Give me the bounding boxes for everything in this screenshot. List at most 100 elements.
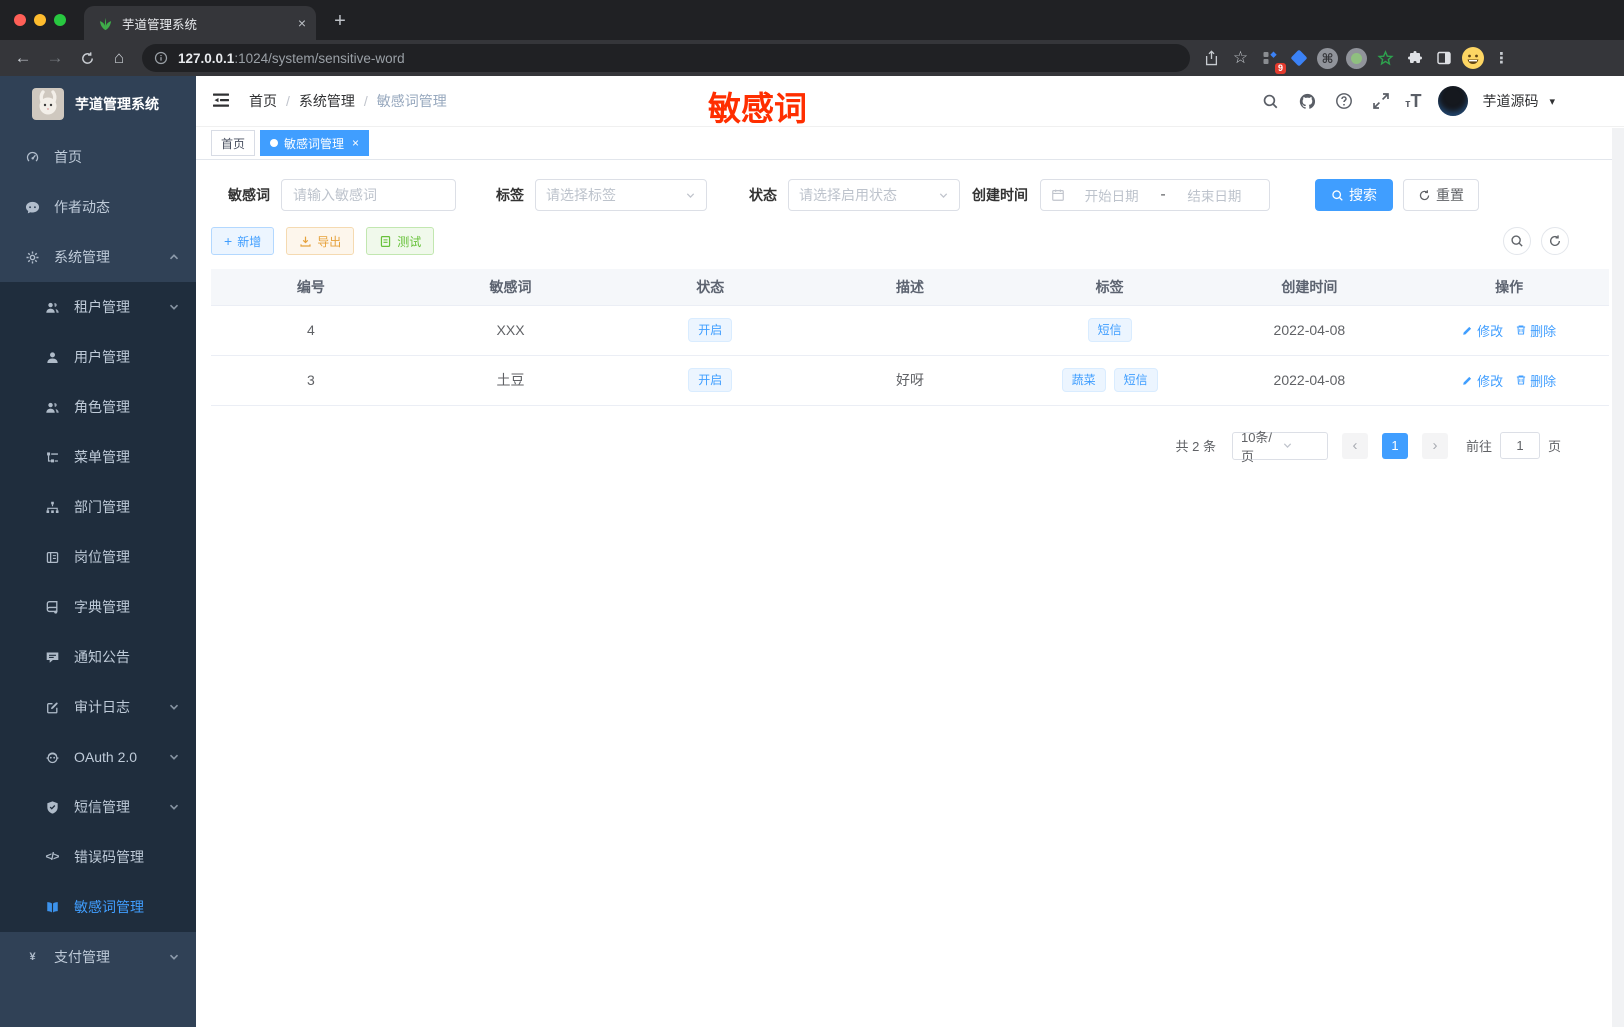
font-size-icon[interactable]: тT (1405, 92, 1421, 110)
test-button[interactable]: 测试 (366, 227, 435, 255)
sidebar-item-用户管理[interactable]: 用户管理 (0, 332, 196, 382)
bookmark-star-icon[interactable]: ☆ (1227, 45, 1254, 72)
page-size-select[interactable]: 10条/页 (1231, 430, 1328, 464)
dashboard-icon (24, 149, 40, 165)
edit-link[interactable]: 修改 (1462, 371, 1503, 390)
sidebar-item-菜单管理[interactable]: 菜单管理 (0, 432, 196, 482)
sidebar-collapse-icon[interactable] (211, 90, 233, 112)
add-button[interactable]: + 新增 (211, 227, 275, 255)
fullscreen-icon[interactable] (1368, 88, 1394, 114)
share-icon[interactable] (1198, 45, 1225, 72)
user-avatar[interactable] (1438, 86, 1469, 116)
plus-icon: + (224, 233, 233, 249)
breadcrumb-item[interactable]: 系统管理 (299, 91, 355, 111)
status-select[interactable]: 请选择启用状态 (788, 179, 960, 211)
sidebar-item-label: 角色管理 (74, 399, 130, 415)
username-label[interactable]: 芋道源码 (1482, 91, 1538, 111)
sidebar-item-OAuth 2.0[interactable]: OAuth 2.0 (0, 732, 196, 782)
sidebar-logo[interactable]: 芋道管理系统 (0, 76, 196, 132)
tag-select[interactable]: 请选择标签 (535, 179, 707, 211)
sidebar-item-岗位管理[interactable]: 岗位管理 (0, 532, 196, 582)
date-separator: - (1160, 186, 1166, 203)
prev-page-button[interactable]: ‹ (1341, 432, 1368, 459)
window-close-button[interactable] (14, 14, 26, 26)
address-bar[interactable]: 127.0.0.1:1024/system/sensitive-word (142, 44, 1190, 72)
forward-icon[interactable]: → (40, 43, 70, 73)
reset-button-label: 重置 (1436, 187, 1464, 203)
window-zoom-button[interactable] (54, 14, 66, 26)
edit-link[interactable]: 修改 (1462, 321, 1503, 340)
sidebar-item-敏感词管理[interactable]: 敏感词管理 (0, 882, 196, 932)
start-date-placeholder: 开始日期 (1084, 189, 1139, 204)
page-number-button[interactable]: 1 (1381, 432, 1408, 459)
sidebar-item-系统管理[interactable]: 系统管理 (0, 232, 196, 282)
oauth-icon (44, 749, 60, 765)
column-header: 状态 (610, 269, 811, 306)
goto-page-input[interactable] (1499, 432, 1540, 459)
show-search-icon[interactable] (1503, 227, 1531, 255)
sidebar-item-首页[interactable]: 首页 (0, 132, 196, 182)
back-icon[interactable]: ← (8, 43, 38, 73)
test-button-label: 测试 (397, 234, 422, 249)
reload-icon[interactable] (72, 43, 102, 73)
status-label: 状态 (749, 187, 777, 203)
delete-link[interactable]: 删除 (1515, 371, 1556, 390)
error-code-icon: </> (45, 851, 60, 863)
keyword-input[interactable] (281, 179, 456, 211)
extensions-puzzle-icon[interactable] (1401, 45, 1428, 72)
command-extension-icon[interactable]: ⌘ (1314, 45, 1341, 72)
refresh-table-icon[interactable] (1541, 227, 1569, 255)
sidebar-item-label: 菜单管理 (74, 449, 130, 465)
new-tab-button[interactable]: + (326, 7, 354, 35)
sidebar-item-字典管理[interactable]: 字典管理 (0, 582, 196, 632)
help-icon[interactable] (1331, 88, 1357, 114)
pagination: 共 2 条 10条/页 ‹ 1 › 前往 页 (211, 430, 1609, 464)
dict-icon (44, 599, 60, 615)
sidebar-item-通知公告[interactable]: 通知公告 (0, 632, 196, 682)
green-star-extension-icon[interactable] (1372, 45, 1399, 72)
sidebar-item-角色管理[interactable]: 角色管理 (0, 382, 196, 432)
column-header: 标签 (1009, 269, 1210, 306)
active-tab-dot (270, 139, 279, 147)
sidebar-item-错误码管理[interactable]: </> 错误码管理 (0, 832, 196, 882)
screen: 芋道管理系统 × + ← → ⌂ 127.0.0.1:1024/system/s… (0, 0, 1624, 1027)
scrollbar-track[interactable] (1612, 128, 1624, 1027)
delete-link[interactable]: 删除 (1515, 321, 1556, 340)
tab-close-icon[interactable]: × (298, 15, 306, 31)
author-news-icon (24, 199, 40, 215)
extension-grid-icon[interactable]: 9 (1256, 45, 1286, 74)
side-panel-icon[interactable] (1430, 45, 1457, 72)
sidebar-item-支付管理[interactable]: ¥ 支付管理 (0, 932, 196, 982)
sidebar-item-部门管理[interactable]: 部门管理 (0, 482, 196, 532)
header-search-icon[interactable] (1257, 88, 1283, 114)
recorder-extension-icon[interactable] (1343, 45, 1370, 72)
user-menu-caret-icon[interactable]: ▾ (1549, 95, 1555, 108)
view-tab-label: 敏感词管理 (284, 136, 345, 151)
tag-select-placeholder: 请选择标签 (546, 187, 616, 203)
export-button[interactable]: 导出 (286, 227, 355, 255)
cell-create-time: 2022-04-08 (1209, 355, 1410, 406)
github-icon[interactable] (1294, 88, 1320, 114)
view-tab-敏感词管理[interactable]: 敏感词管理 × (260, 130, 370, 156)
browser-menu-icon[interactable]: ⋮ (1488, 45, 1515, 72)
reset-button[interactable]: 重置 (1403, 179, 1479, 211)
window-minimize-button[interactable] (34, 14, 46, 26)
sidebar-item-短信管理[interactable]: 短信管理 (0, 782, 196, 832)
kite-extension-icon[interactable] (1285, 45, 1312, 72)
sidebar-item-租户管理[interactable]: 租户管理 (0, 282, 196, 332)
sidebar-item-label: 通知公告 (74, 649, 130, 665)
sidebar-item-审计日志[interactable]: 审计日志 (0, 682, 196, 732)
table-row: 3 土豆 开启 好呀 蔬菜 短信 2022-04-08 修改 删除 (211, 355, 1609, 406)
search-button[interactable]: 搜索 (1315, 179, 1393, 211)
next-page-button[interactable]: › (1421, 432, 1448, 459)
date-range-picker[interactable]: 开始日期 - 结束日期 (1040, 179, 1270, 211)
view-tab-首页[interactable]: 首页 (211, 130, 256, 156)
tenant-icon (44, 299, 60, 315)
breadcrumb-item[interactable]: 首页 (249, 91, 277, 111)
home-icon[interactable]: ⌂ (104, 43, 134, 73)
sidebar-item-作者动态[interactable]: 作者动态 (0, 182, 196, 232)
browser-tab[interactable]: 芋道管理系统 × (84, 6, 316, 40)
tab-close-icon[interactable]: × (352, 136, 359, 150)
profile-avatar-emoji[interactable] (1459, 45, 1486, 72)
site-info-icon[interactable] (154, 51, 168, 65)
